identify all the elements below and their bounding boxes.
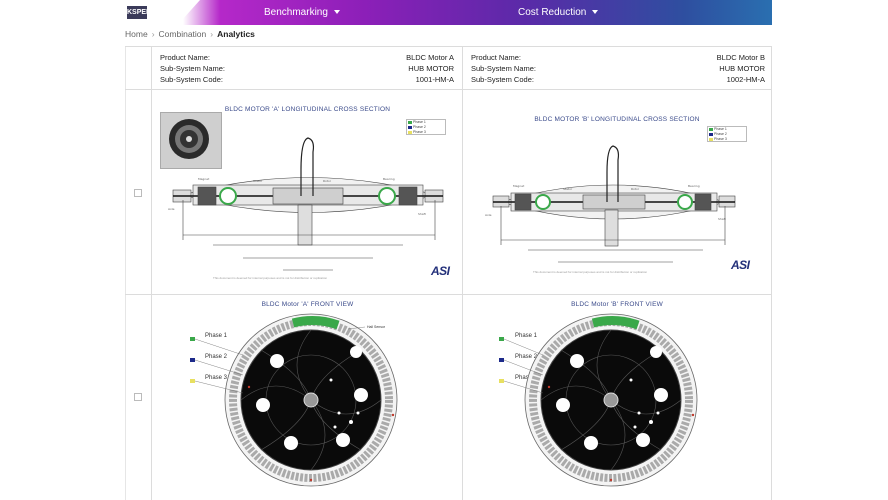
nav-benchmarking-label: Benchmarking [264,7,328,18]
nav-benchmarking[interactable]: Benchmarking [264,0,340,25]
row-select-checkbox[interactable] [134,189,142,197]
comparison-table: Product Name: BLDC Motor A Sub-System Nam… [125,46,772,500]
svg-text:Bearing: Bearing [383,177,395,181]
svg-text:Axle: Axle [168,207,175,211]
top-navigation-bar: KSPEP Benchmarking Cost Reduction [125,0,772,25]
front-view-panel-b: BLDC Motor 'B' FRONT VIEW Phase 1 Phase … [463,295,771,500]
checkbox-column [125,47,152,500]
svg-text:Axle: Axle [485,213,492,217]
breadcrumb: Home › Combination › Analytics [125,29,255,41]
front-view-diagram [503,313,698,487]
row-select-checkbox[interactable] [134,393,142,401]
front-view-diagram [194,313,398,487]
footnote: This document is deemed for internal pur… [533,270,648,274]
product-name-key: Product Name: [160,53,211,62]
footnote: This document is deemed for internal pur… [213,276,328,280]
cross-section-panel-b: BLDC MOTOR 'B' LONGITUDINAL CROSS SECTIO… [463,90,771,294]
nav-cost-reduction-label: Cost Reduction [518,7,587,18]
chevron-down-icon [333,10,340,15]
svg-text:Stator: Stator [253,179,263,183]
breadcrumb-analytics: Analytics [217,29,255,39]
breadcrumb-separator: › [210,29,214,39]
subsystem-name-value: HUB MOTOR [408,64,454,73]
front-view-panel-a: BLDC Motor 'A' FRONT VIEW Phase 1 Phase … [153,295,462,500]
cross-section-panel-a: BLDC MOTOR 'A' LONGITUDINAL CROSS SECTIO… [153,90,462,294]
svg-text:Magnet: Magnet [513,184,525,188]
subsystem-name-key: Sub-System Name: [471,64,537,73]
asi-logo: ASI [731,258,750,272]
svg-text:Shaft: Shaft [718,217,727,221]
subsystem-code-key: Sub-System Code: [471,75,534,84]
breadcrumb-home[interactable]: Home [125,29,148,39]
svg-text:Magnet: Magnet [198,177,210,181]
subsystem-code-value: 1002-HM-A [726,75,765,84]
nav-cost-reduction[interactable]: Cost Reduction [518,0,599,25]
breadcrumb-combination[interactable]: Combination [159,29,207,39]
cross-section-diagram: Magnet Stator Rotor Bearing Axle Shaft [168,137,444,271]
product-name-key: Product Name: [471,53,522,62]
svg-text:Stator: Stator [563,187,573,191]
svg-text:Rotor: Rotor [631,187,640,191]
product-header-a: Product Name: BLDC Motor A Sub-System Nam… [160,52,454,95]
subsystem-code-key: Sub-System Code: [160,75,223,84]
subsystem-code-value: 1001-HM-A [415,75,454,84]
app-window: KSPEP Benchmarking Cost Reduction Home › C… [125,0,772,500]
asi-logo: ASI [431,264,450,278]
brand-logo[interactable]: KSPEP [127,6,151,19]
column-divider [771,47,772,500]
product-header-b: Product Name: BLDC Motor B Sub-System Nam… [471,52,765,95]
product-name-value: BLDC Motor A [406,53,454,62]
chevron-down-icon [592,10,599,15]
subsystem-name-key: Sub-System Name: [160,64,226,73]
svg-text:Shaft: Shaft [418,212,427,216]
breadcrumb-separator: › [151,29,155,39]
svg-text:Bearing: Bearing [688,184,700,188]
subsystem-name-value: HUB MOTOR [719,64,765,73]
cross-section-diagram: Magnet Stator Rotor Bearing Axle Shaft [485,145,736,263]
product-name-value: BLDC Motor B [716,53,765,62]
svg-text:Rotor: Rotor [323,179,332,183]
